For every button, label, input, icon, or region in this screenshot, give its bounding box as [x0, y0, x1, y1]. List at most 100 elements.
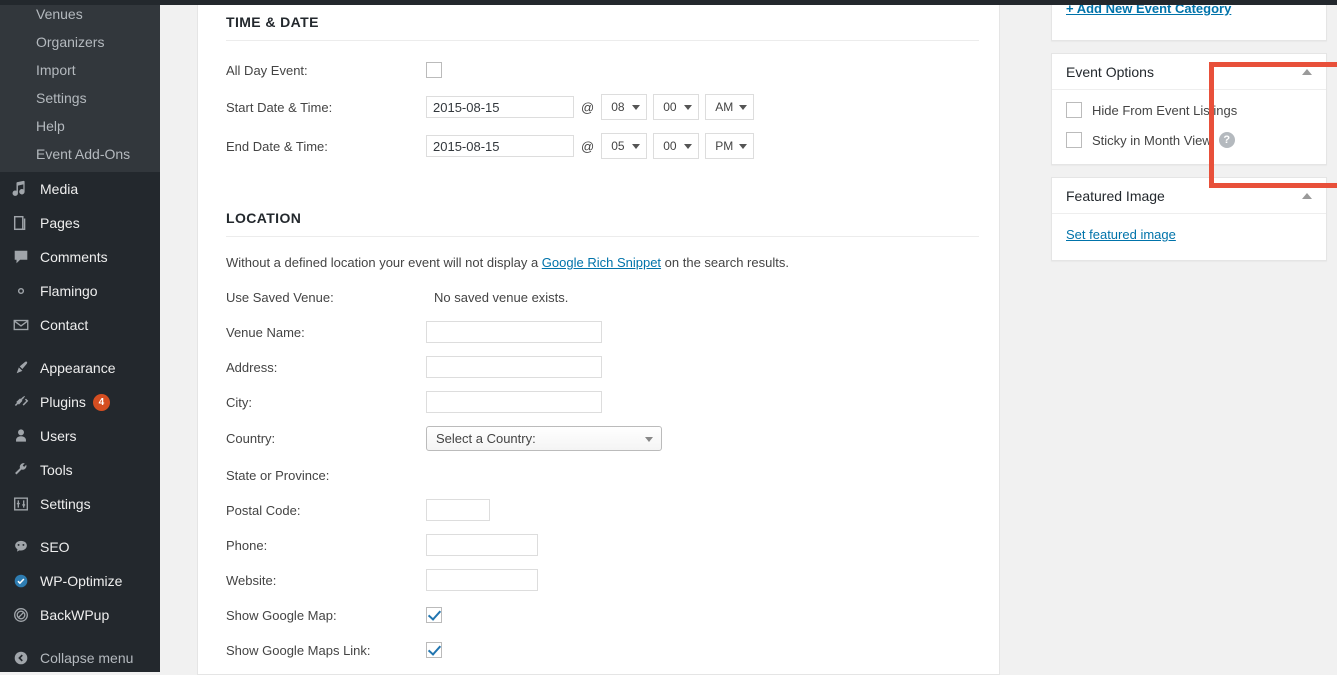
hide-from-event-listings-row: Hide From Event Listings — [1066, 102, 1312, 118]
sidebar-item-comments[interactable]: Comments — [0, 240, 160, 274]
sidebar-item-label: SEO — [40, 539, 70, 555]
website-input[interactable] — [426, 569, 538, 591]
address-input[interactable] — [426, 356, 602, 378]
sidebar-item-settings[interactable]: Settings — [0, 487, 160, 521]
location-section-title: LOCATION — [226, 210, 302, 226]
sidebar-item-label: Appearance — [40, 360, 116, 376]
envelope-icon — [11, 315, 31, 335]
country-select[interactable]: Select a Country: — [426, 426, 662, 451]
venue-name-input[interactable] — [426, 321, 602, 343]
venue-name-row: Venue Name: — [218, 321, 979, 343]
sidebar-item-pages[interactable]: Pages — [0, 206, 160, 240]
event-categories-panel: + Add New Event Category — [1051, 0, 1327, 41]
sidebar-subitem-organizers[interactable]: Organizers — [0, 28, 160, 56]
sidebar-item-tools[interactable]: Tools — [0, 453, 160, 487]
sidebar-item-flamingo[interactable]: Flamingo — [0, 274, 160, 308]
set-featured-image-link[interactable]: Set featured image — [1066, 227, 1176, 242]
all-day-event-checkbox[interactable] — [426, 62, 442, 78]
start-minute-select[interactable]: 00 — [653, 94, 700, 120]
country-row: Country: Select a Country: — [218, 426, 979, 451]
hide-from-event-listings-checkbox[interactable] — [1066, 102, 1082, 118]
end-date-time-row: End Date & Time: @ 05 00 PM — [218, 133, 979, 159]
use-saved-venue-row: Use Saved Venue: No saved venue exists. — [218, 286, 979, 308]
menu-divider — [0, 521, 160, 530]
admin-content: TIME & DATE All Day Event: Start Date & … — [160, 0, 1337, 675]
start-at-symbol: @ — [581, 99, 595, 115]
start-date-input[interactable] — [426, 96, 574, 118]
sidebar-item-collapse-menu[interactable]: Collapse menu — [0, 641, 160, 675]
plug-icon — [11, 392, 31, 412]
sticky-in-month-view-row: Sticky in Month View ? — [1066, 132, 1312, 148]
featured-image-header[interactable]: Featured Image — [1052, 178, 1326, 214]
events-submenu: Venues Organizers Import Settings Help E… — [0, 0, 160, 172]
chevron-down-icon — [645, 436, 653, 442]
end-at-symbol: @ — [581, 138, 595, 154]
address-label: Address: — [226, 359, 278, 375]
sidebar-item-contact[interactable]: Contact — [0, 308, 160, 342]
sidebar-item-label: Collapse menu — [40, 650, 134, 666]
phone-row: Phone: — [218, 534, 979, 556]
show-google-map-label: Show Google Map: — [226, 607, 337, 623]
sidebar-item-label: Tools — [40, 462, 73, 478]
phone-input[interactable] — [426, 534, 538, 556]
sidebar-item-appearance[interactable]: Appearance — [0, 351, 160, 385]
sidebar-subitem-settings[interactable]: Settings — [0, 84, 160, 112]
sidebar-item-backwpup[interactable]: BackWPup — [0, 598, 160, 632]
menu-divider — [0, 632, 160, 641]
city-input[interactable] — [426, 391, 602, 413]
show-google-map-checkbox[interactable] — [426, 607, 442, 623]
sidebar-item-wp-optimize[interactable]: WP-Optimize — [0, 564, 160, 598]
event-options-body: Hide From Event Listings Sticky in Month… — [1052, 90, 1326, 164]
event-edit-side-column: + Add New Event Category Event Options H… — [1041, 0, 1337, 273]
help-icon[interactable]: ? — [1218, 132, 1235, 148]
chevron-down-icon — [632, 105, 641, 110]
show-google-maps-link-label: Show Google Maps Link: — [226, 642, 371, 658]
end-meridiem-select[interactable]: PM — [705, 133, 755, 159]
use-saved-venue-label: Use Saved Venue: — [226, 289, 334, 305]
postal-code-row: Postal Code: — [218, 499, 979, 521]
sticky-in-month-view-checkbox[interactable] — [1066, 132, 1082, 148]
end-hour-select[interactable]: 05 — [601, 133, 648, 159]
event-options-header[interactable]: Event Options — [1052, 54, 1326, 90]
sidebar-subitem-event-add-ons[interactable]: Event Add-Ons — [0, 140, 160, 168]
end-minute-select[interactable]: 00 — [653, 133, 700, 159]
note-text-after: on the search results. — [661, 255, 789, 270]
address-row: Address: — [218, 356, 979, 378]
sliders-icon — [11, 494, 31, 514]
collapse-toggle-icon[interactable] — [1302, 192, 1312, 199]
chevron-down-icon — [739, 105, 748, 110]
start-date-time-row: Start Date & Time: @ 08 00 AM — [218, 94, 979, 120]
sidebar-item-media[interactable]: Media — [0, 172, 160, 206]
comments-icon — [11, 247, 31, 267]
pages-icon — [11, 213, 31, 233]
start-meridiem-value: AM — [715, 100, 734, 114]
featured-image-panel: Featured Image Set featured image — [1051, 177, 1327, 261]
admin-sidebar: Venues Organizers Import Settings Help E… — [0, 0, 160, 672]
sidebar-item-label: Plugins — [40, 394, 86, 410]
google-rich-snippet-link[interactable]: Google Rich Snippet — [542, 255, 661, 270]
event-options-title: Event Options — [1066, 63, 1154, 80]
sidebar-item-label: BackWPup — [40, 607, 110, 623]
end-hour-value: 05 — [611, 139, 625, 153]
city-row: City: — [218, 391, 979, 413]
admin-bar — [0, 0, 1337, 5]
sidebar-subitem-import[interactable]: Import — [0, 56, 160, 84]
brush-icon — [11, 358, 31, 378]
website-label: Website: — [226, 572, 277, 588]
collapse-toggle-icon[interactable] — [1302, 68, 1312, 75]
user-icon — [11, 426, 31, 446]
end-meridiem-value: PM — [715, 139, 734, 153]
sidebar-item-seo[interactable]: SEO — [0, 530, 160, 564]
wrench-icon — [11, 460, 31, 480]
chevron-down-icon — [739, 144, 748, 149]
start-hour-select[interactable]: 08 — [601, 94, 648, 120]
start-meridiem-select[interactable]: AM — [705, 94, 755, 120]
sidebar-item-label: Settings — [40, 496, 91, 512]
postal-code-input[interactable] — [426, 499, 490, 521]
chevron-down-icon — [684, 144, 693, 149]
sidebar-subitem-help[interactable]: Help — [0, 112, 160, 140]
show-google-maps-link-checkbox[interactable] — [426, 642, 442, 658]
sidebar-item-plugins[interactable]: Plugins 4 — [0, 385, 160, 419]
end-date-input[interactable] — [426, 135, 574, 157]
sidebar-item-users[interactable]: Users — [0, 419, 160, 453]
